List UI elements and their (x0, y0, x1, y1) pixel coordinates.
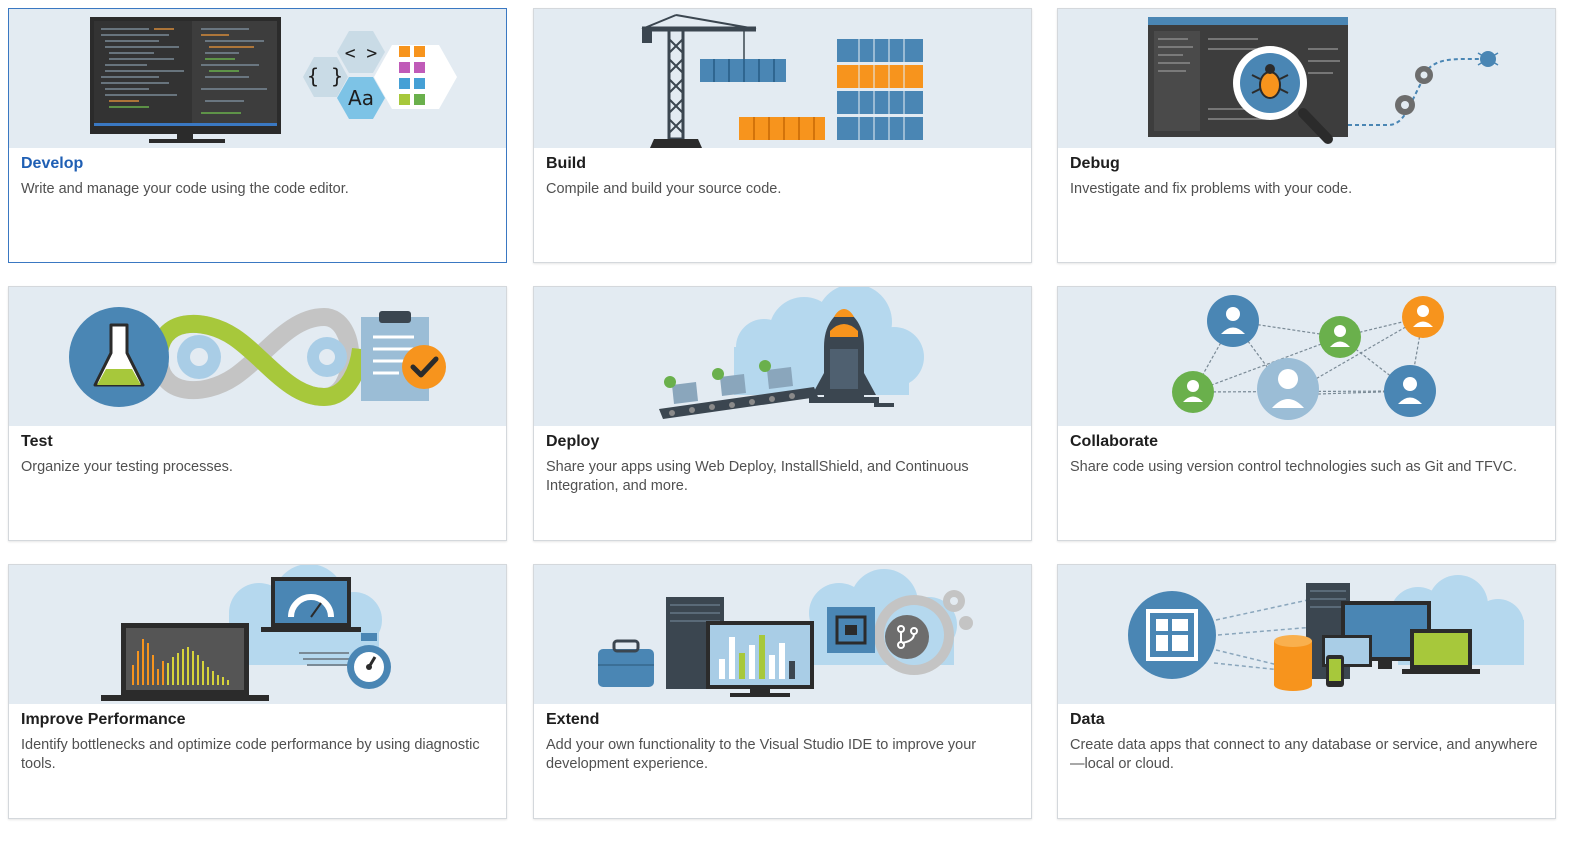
debug-description: Investigate and fix problems with your c… (1070, 181, 1353, 197)
collaborate-title: Collaborate (1070, 433, 1159, 450)
data-devices-illustration (1128, 575, 1524, 691)
deploy-description: Share your apps using Web Deploy, Instal… (546, 459, 969, 494)
extend-title: Extend (546, 711, 600, 728)
improve-performance-card[interactable]: Improve Performance Identify bottlenecks… (8, 564, 507, 819)
server-extension-illustration (598, 569, 973, 697)
test-description: Organize your testing processes. (21, 459, 233, 475)
deploy-card[interactable]: Deploy Share your apps using Web Deploy,… (533, 286, 1032, 541)
extend-banner (534, 565, 1031, 704)
deploy-banner (534, 287, 1031, 426)
rocket-conveyor-illustration (659, 287, 924, 419)
data-card[interactable]: Data Create data apps that connect to an… (1057, 564, 1556, 819)
braces-glyph: { } (307, 64, 343, 88)
test-banner (9, 287, 506, 426)
extend-description: Add your own functionality to the Visual… (546, 737, 977, 772)
develop-title: Develop (21, 155, 84, 172)
develop-card[interactable]: { } < > Aa Develop Write and manage your… (8, 8, 507, 263)
collaborate-description: Share code using version control technol… (1070, 459, 1518, 475)
extend-card[interactable]: Extend Add your own functionality to the… (533, 564, 1032, 819)
font-sample-glyph: Aa (348, 86, 374, 110)
people-network-illustration (1172, 295, 1444, 420)
data-banner (1058, 565, 1555, 704)
data-description: Create data apps that connect to any dat… (1070, 737, 1538, 772)
angle-brackets-glyph: < > (345, 43, 378, 64)
collaborate-card[interactable]: Collaborate Share code using version con… (1057, 286, 1556, 541)
collaborate-banner (1058, 287, 1555, 426)
debug-title: Debug (1070, 155, 1120, 172)
crane-containers-illustration (641, 14, 923, 148)
debug-card[interactable]: Debug Investigate and fix problems with … (1057, 8, 1556, 263)
build-card[interactable]: Build Compile and build your source code… (533, 8, 1032, 263)
laptop-gauge-stopwatch-illustration (101, 565, 391, 701)
improve-performance-description: Identify bottlenecks and optimize code p… (21, 737, 480, 772)
test-title: Test (21, 433, 53, 450)
build-title: Build (546, 155, 586, 172)
bug-magnifier-illustration (1148, 17, 1499, 144)
data-title: Data (1070, 711, 1105, 728)
improve-performance-banner (9, 565, 506, 704)
debug-banner (1058, 9, 1555, 148)
test-card[interactable]: Test Organize your testing processes. (8, 286, 507, 541)
flask-infinity-checklist-illustration (69, 307, 446, 407)
develop-description: Write and manage your code using the cod… (21, 181, 349, 197)
feature-card-grid: { } < > Aa Develop Write and manage your… (0, 0, 1578, 842)
deploy-title: Deploy (546, 433, 600, 450)
improve-performance-title: Improve Performance (21, 711, 186, 728)
build-description: Compile and build your source code. (546, 181, 782, 197)
build-banner (534, 9, 1031, 148)
code-editor-illustration: { } < > Aa (90, 17, 457, 143)
develop-banner: { } < > Aa (9, 9, 506, 148)
